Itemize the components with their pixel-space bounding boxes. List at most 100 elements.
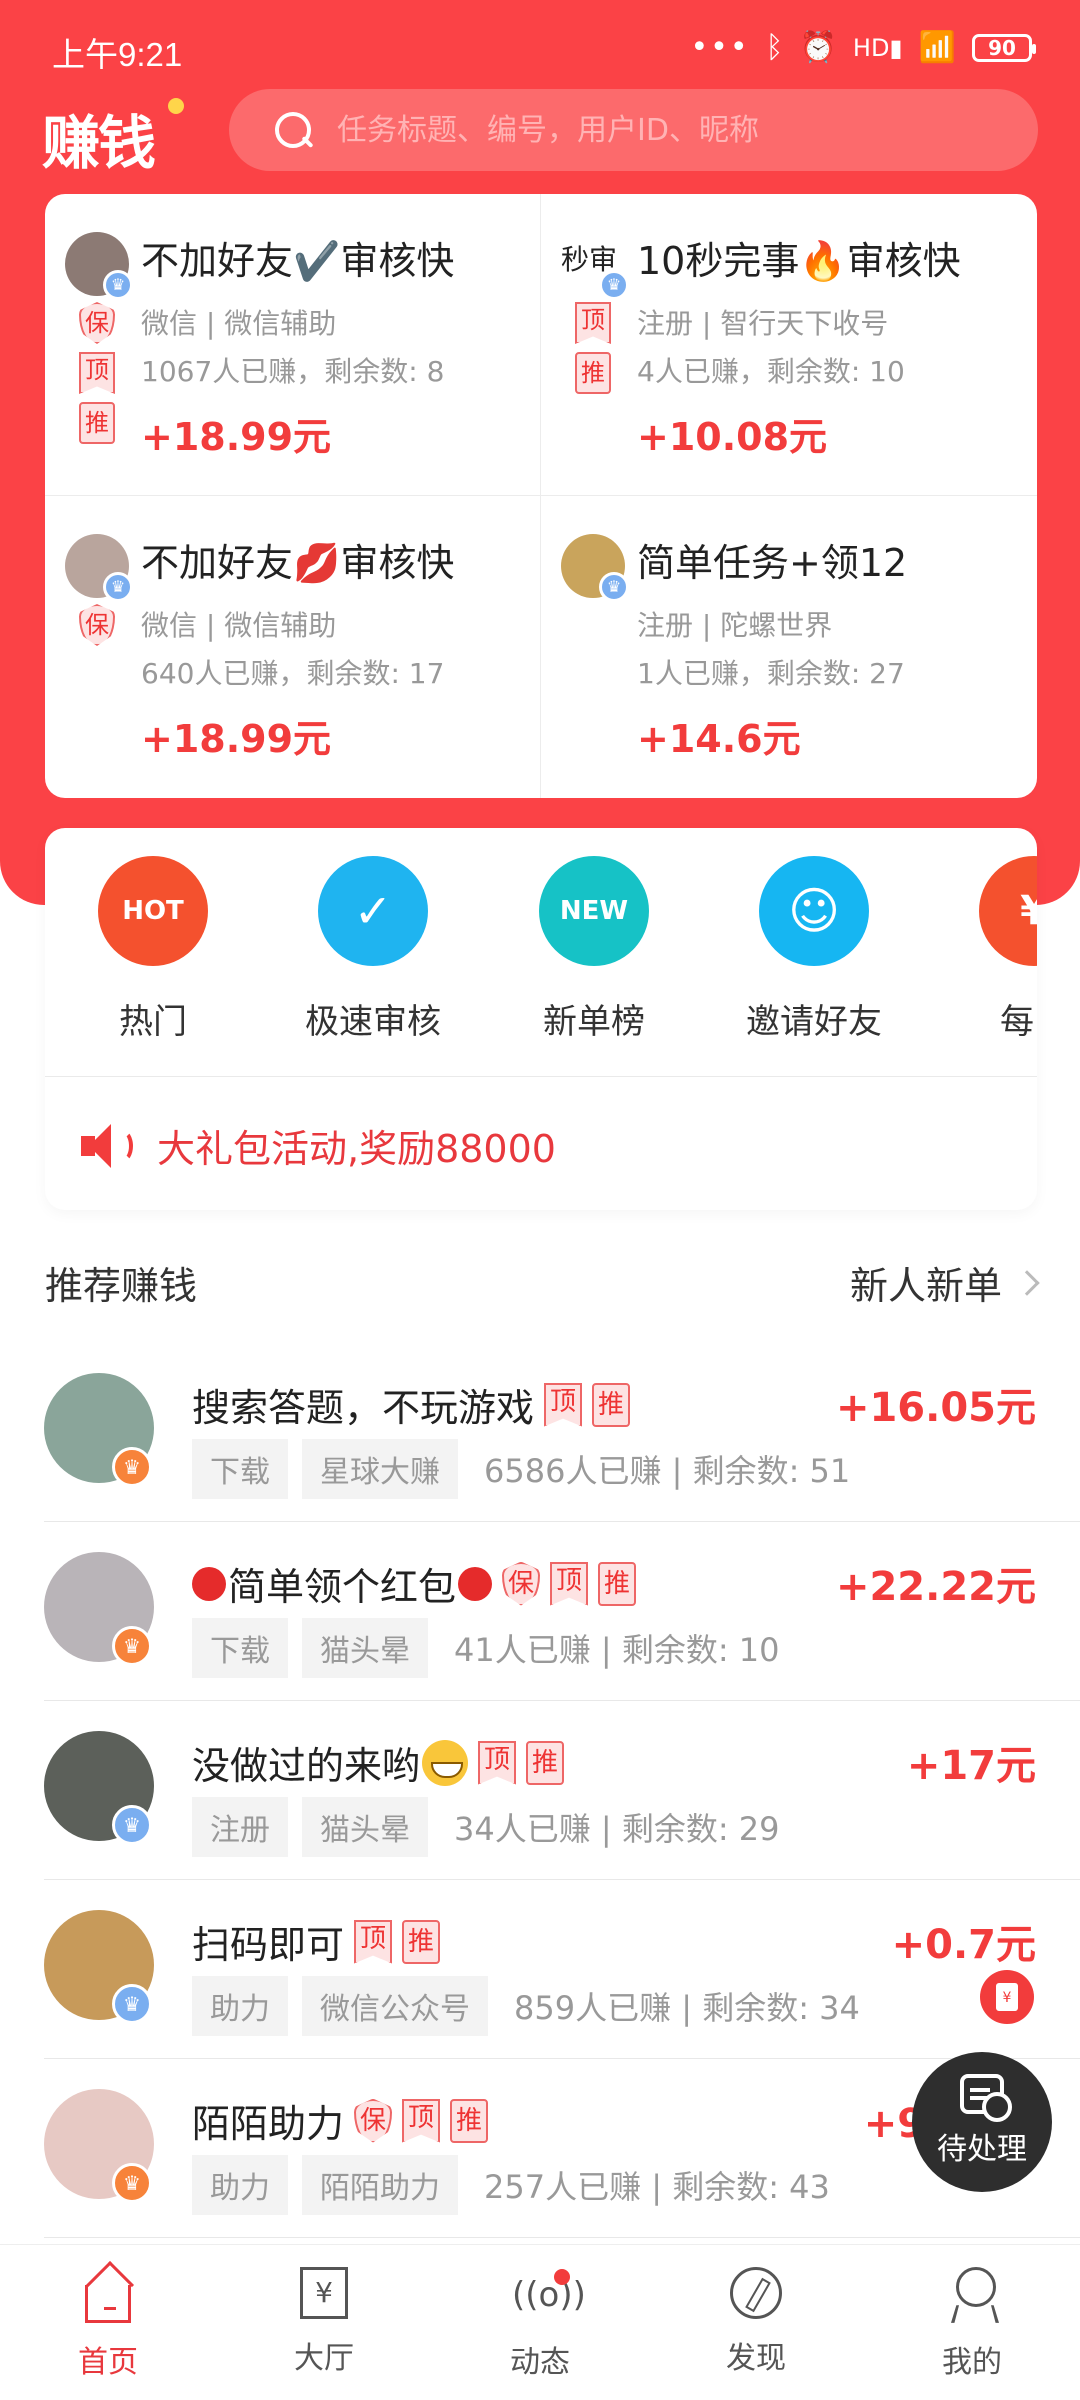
home-icon <box>85 2285 131 2323</box>
new-user-tasks-link[interactable]: 新人新单 <box>850 1255 1040 1310</box>
item-title: 陌陌助力 保 顶 推 <box>192 2093 489 2148</box>
featured-card[interactable]: 保 顶 推 不加好友✔️审核快 微信 | 微信辅助 1067人已赚，剩余数: 8… <box>45 194 541 496</box>
wifi-icon: 📶 <box>918 30 956 65</box>
item-meta: 下载 星球大赚 6586人已赚 | 剩余数: 51 <box>192 1439 850 1499</box>
category-hot[interactable]: HOT 热门 <box>53 856 253 1043</box>
battery-level: 90 <box>988 35 1016 60</box>
list-item[interactable]: ♛ 搜索答题，不玩游戏 顶 推 +16.05元 下载 星球大赚 6586人已赚 … <box>44 1343 1080 1522</box>
chip-app: 猫头晕 <box>302 1618 428 1678</box>
chip-app: 微信公众号 <box>302 1976 488 2036</box>
nav-label: 首页 <box>78 2345 138 2380</box>
section-title: 推荐赚钱 <box>45 1264 198 1308</box>
item-price: +0.7元 <box>891 1922 1036 1968</box>
item-title-text: 没做过的来哟 <box>192 1744 421 1788</box>
alarm-icon: ⏰ <box>799 30 837 65</box>
crown-badge-icon <box>599 270 629 300</box>
category-row: HOT 热门 ✓ 极速审核 NEW 新单榜 ☺ 邀请好友 ¥ 每日 <box>45 828 1037 1076</box>
item-meta: 下载 猫头晕 41人已赚 | 剩余数: 10 <box>192 1618 780 1678</box>
featured-price: +18.99元 <box>141 717 332 761</box>
item-title-text: 扫码即可 <box>192 1923 345 1967</box>
featured-title: 不加好友✔️审核快 <box>141 239 455 283</box>
item-stats: 34人已赚 | 剩余数: 29 <box>454 1810 780 1848</box>
more-dots-icon: ••• <box>690 30 750 65</box>
category-invite[interactable]: ☺ 邀请好友 <box>714 856 914 1043</box>
chip-type: 下载 <box>192 1439 288 1499</box>
new-icon: NEW <box>539 856 649 966</box>
tag-ding: 顶 <box>402 2098 441 2143</box>
category-fast-review[interactable]: ✓ 极速审核 <box>273 856 473 1043</box>
search-bar[interactable] <box>229 89 1038 171</box>
category-label: 每日 <box>1000 1002 1037 1042</box>
crown-badge-icon: ♛ <box>112 1984 152 2024</box>
crown-badge-icon <box>599 572 629 602</box>
category-daily[interactable]: ¥ 每日 <box>934 856 1037 1043</box>
tag-bao: 保 <box>502 1561 541 1606</box>
tag-bao: 保 <box>79 302 115 344</box>
tag-column: 顶 推 <box>575 302 611 394</box>
featured-stats: 640人已赚，剩余数: 17 <box>141 657 445 690</box>
nav-discover[interactable]: 发现 <box>648 2245 864 2400</box>
item-meta: 注册 猫头晕 34人已赚 | 剩余数: 29 <box>192 1797 780 1857</box>
notification-dot <box>554 2269 570 2285</box>
list-item[interactable]: ♛ 扫码即可 顶 推 +0.7元 助力 微信公众号 859人已赚 | 剩余数: … <box>44 1880 1080 2059</box>
signal-icon: HD▮ <box>852 33 903 62</box>
crown-badge-icon: ♛ <box>112 1805 152 1845</box>
featured-stats: 4人已赚，剩余数: 10 <box>637 355 905 388</box>
featured-title: 简单任务+领12 <box>637 541 908 585</box>
featured-card[interactable]: 秒审 顶 推 10秒完事🔥审核快 注册 | 智行天下收号 4人已赚，剩余数: 1… <box>541 194 1037 496</box>
pending-label: 待处理 <box>937 2132 1027 2167</box>
pending-tasks-button[interactable]: 待处理 <box>912 2052 1052 2192</box>
crown-badge-icon <box>103 270 133 300</box>
featured-card[interactable]: 保 不加好友💋审核快 微信 | 微信辅助 640人已赚，剩余数: 17 +18.… <box>45 496 541 798</box>
nav-profile[interactable]: 我的 <box>864 2245 1080 2400</box>
chip-type: 下载 <box>192 1618 288 1678</box>
nav-home[interactable]: 首页 <box>0 2245 216 2400</box>
item-title-text: 搜索答题，不玩游戏 <box>192 1386 535 1430</box>
tag-column: 保 <box>79 604 115 646</box>
featured-card[interactable]: 简单任务+领12 注册 | 陀螺世界 1人已赚，剩余数: 27 +14.6元 <box>541 496 1037 798</box>
item-stats: 859人已赚 | 剩余数: 34 <box>514 1989 860 2027</box>
new-glyph: NEW <box>559 896 629 926</box>
red-packet-icon[interactable]: ¥ <box>980 1970 1034 2024</box>
grin-emoji-icon <box>422 1739 469 1786</box>
list-item[interactable]: ♛ 没做过的来哟 顶 推 +17元 注册 猫头晕 34人已赚 | 剩余数: 29 <box>44 1701 1080 1880</box>
tag-ding: 顶 <box>478 1740 517 1785</box>
notice-text: 大礼包活动,奖励88000 <box>157 1127 556 1171</box>
item-stats: 41人已赚 | 剩余数: 10 <box>454 1631 780 1669</box>
featured-title: 10秒完事🔥审核快 <box>637 239 961 283</box>
tag-ding: 顶 <box>544 1382 583 1427</box>
category-label: 邀请好友 <box>746 1002 882 1042</box>
tag-tui: 推 <box>575 352 611 394</box>
hall-icon: ¥ <box>300 2267 348 2319</box>
featured-tasks: 保 顶 推 不加好友✔️审核快 微信 | 微信辅助 1067人已赚，剩余数: 8… <box>45 194 1037 798</box>
nav-feed[interactable]: ((o)) 动态 <box>432 2245 648 2400</box>
item-title: 扫码即可 顶 推 <box>192 1914 441 1969</box>
crown-badge-icon <box>103 572 133 602</box>
red-circle-icon <box>192 1566 226 1601</box>
category-new-list[interactable]: NEW 新单榜 <box>494 856 694 1043</box>
crown-badge-icon: ♛ <box>112 2163 152 2203</box>
nav-hall[interactable]: ¥ 大厅 <box>216 2245 432 2400</box>
item-price: +16.05元 <box>835 1385 1036 1431</box>
category-label: 极速审核 <box>305 1002 441 1042</box>
search-icon[interactable] <box>273 110 313 150</box>
nav-label: 发现 <box>726 2341 786 2376</box>
featured-subtitle: 注册 | 陀螺世界 <box>637 609 833 642</box>
notice-banner[interactable]: 大礼包活动,奖励88000 <box>81 1118 556 1173</box>
tag-column: 保 顶 推 <box>79 302 115 444</box>
tag-tui: 推 <box>79 402 115 444</box>
speaker-icon <box>81 1123 137 1168</box>
tag-tui: 推 <box>402 1919 441 1964</box>
list-item[interactable]: ♛ 简单领个红包 保 顶 推 +22.22元 下载 猫头晕 41人已赚 | 剩余… <box>44 1522 1080 1701</box>
item-stats: 6586人已赚 | 剩余数: 51 <box>484 1452 851 1490</box>
featured-price: +10.08元 <box>637 415 828 459</box>
featured-subtitle: 注册 | 智行天下收号 <box>637 307 889 340</box>
featured-subtitle: 微信 | 微信辅助 <box>141 307 337 340</box>
item-price: +17元 <box>906 1743 1036 1789</box>
nav-label: 我的 <box>942 2345 1002 2380</box>
nav-label: 大厅 <box>294 2341 354 2376</box>
search-input[interactable] <box>337 112 1017 148</box>
daily-icon: ¥ <box>979 856 1037 966</box>
chip-app: 陌陌助力 <box>302 2155 458 2215</box>
category-label: 新单榜 <box>543 1002 645 1042</box>
